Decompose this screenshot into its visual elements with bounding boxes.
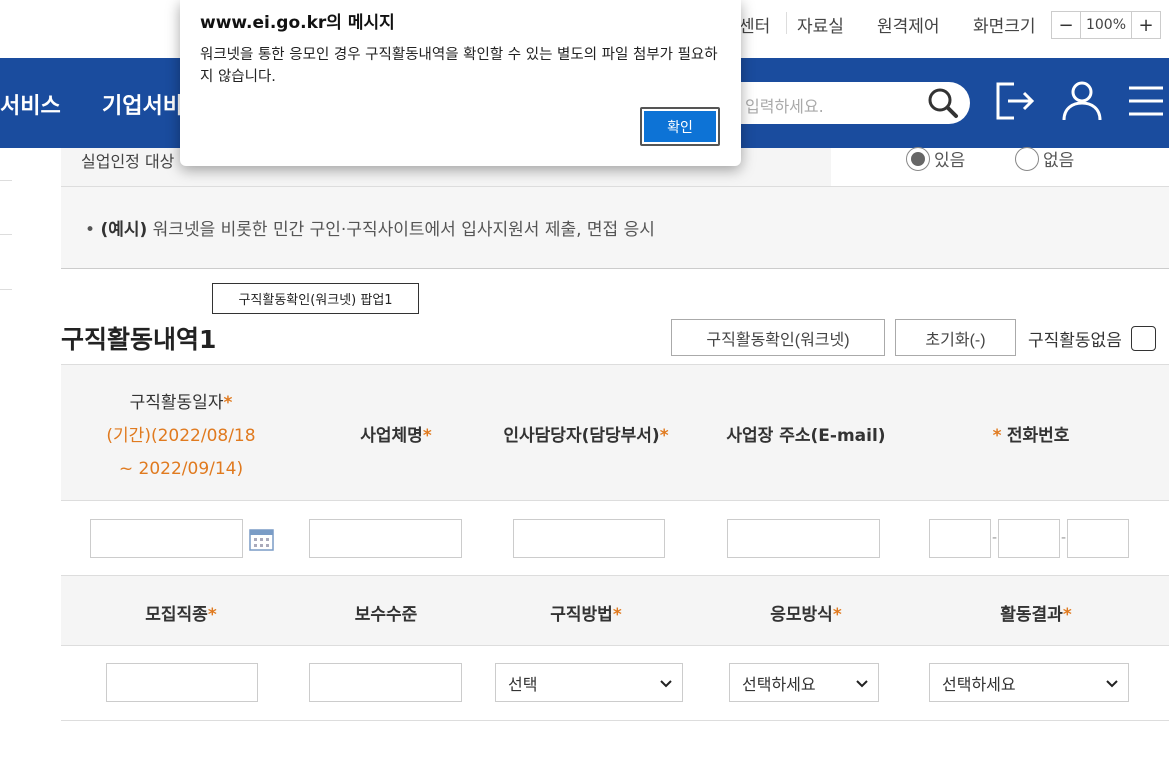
phone-part1-input[interactable]	[929, 519, 991, 558]
worknet-confirm-button[interactable]: 구직활동확인(워크넷)	[671, 319, 885, 356]
nav-item-business[interactable]: 기업서비	[102, 88, 183, 120]
th-job-type: 모집직종*	[101, 600, 261, 625]
chevron-down-icon	[856, 680, 868, 688]
th-search-method-label: 구직방법	[550, 605, 613, 625]
example-prefix: (예시)	[100, 220, 148, 240]
required-mark: *	[992, 426, 1002, 446]
tooltip-worknet-popup: 구직활동확인(워크넷) 팝업1	[212, 283, 419, 314]
required-mark: *	[612, 605, 622, 625]
apply-method-value: 선택하세요	[742, 674, 816, 694]
user-icon[interactable]	[1059, 78, 1105, 124]
example-body: 워크넷을 비롯한 민간 구인·구직사이트에서 입사지원서 제출, 면접 응시	[152, 220, 655, 240]
job-type-input[interactable]	[106, 663, 258, 702]
unemployment-label: 실업인정 대상	[81, 152, 175, 171]
th-job-type-label: 모집직종	[145, 605, 208, 625]
phone-part2-input[interactable]	[998, 519, 1060, 558]
util-separator	[786, 12, 787, 34]
util-link-remote[interactable]: 원격제어	[877, 12, 940, 37]
zoom-out-button[interactable]: −	[1052, 12, 1080, 38]
divider	[61, 720, 1169, 721]
dialog-message: 워크넷을 통한 응모인 경우 구직활동내역을 확인할 수 있는 별도의 파일 첨…	[200, 47, 718, 85]
th-pay-level: 보수수준	[311, 600, 461, 625]
radio-no-label: 없음	[1043, 151, 1075, 171]
th-address: 사업장 주소(E-mail)	[711, 421, 901, 446]
th-activity-result-label: 활동결과	[1000, 605, 1063, 625]
example-note: • (예시) 워크넷을 비롯한 민간 구인·구직사이트에서 입사지원서 제출, …	[61, 187, 1169, 269]
th-address-label: 사업장 주소(E-mail)	[726, 426, 886, 446]
radio-yes-label: 있음	[934, 151, 966, 171]
th-apply-method-label: 응모방식	[770, 605, 833, 625]
search-placeholder: 입력하세요.	[745, 97, 824, 116]
section-title: 구직활동내역1	[61, 325, 217, 354]
th-search-method: 구직방법*	[501, 600, 671, 625]
radio-no[interactable]: 없음	[1015, 146, 1074, 171]
no-activity-label: 구직활동없음	[1028, 331, 1122, 351]
divider	[61, 500, 1169, 501]
table1-header: 구직활동일자* (기간)(2022/08/18 ~ 2022/09/14) 사업…	[61, 365, 1169, 500]
address-email-input[interactable]	[727, 519, 880, 558]
th-activity-date-label: 구직활동일자	[129, 393, 224, 413]
util-label-screen-size: 화면크기	[973, 17, 1036, 37]
th-activity-result: 활동결과*	[951, 600, 1121, 625]
required-mark: *	[223, 393, 233, 413]
activity-result-select[interactable]: 선택하세요	[929, 663, 1129, 702]
no-activity-checkbox[interactable]	[1131, 326, 1156, 351]
pay-level-input[interactable]	[309, 663, 462, 702]
radio-no-circle[interactable]	[1015, 146, 1039, 171]
util-link-archive[interactable]: 자료실	[797, 12, 844, 37]
zoom-level: 100%	[1080, 12, 1132, 38]
th-hr-contact-label: 인사담당자(담당부서)	[503, 426, 660, 446]
left-divider	[0, 180, 12, 181]
dialog-title: www.ei.go.kr의 메시지	[200, 13, 395, 33]
radio-yes-circle[interactable]	[906, 146, 930, 171]
phone-part3-input[interactable]	[1067, 519, 1129, 558]
company-name-input[interactable]	[309, 519, 462, 558]
util-link-center[interactable]: 센터	[739, 12, 770, 37]
zoom-control: − 100% +	[1051, 11, 1161, 39]
nav-item-services[interactable]: 서비스	[0, 88, 61, 120]
calendar-icon[interactable]	[249, 527, 274, 552]
radio-yes[interactable]: 있음	[906, 146, 965, 171]
chevron-down-icon	[660, 680, 672, 688]
required-mark: *	[422, 426, 432, 446]
example-note-text: • (예시) 워크넷을 비롯한 민간 구인·구직사이트에서 입사지원서 제출, …	[85, 220, 655, 240]
chevron-down-icon	[1106, 680, 1118, 688]
menu-icon[interactable]	[1123, 78, 1169, 124]
search-icon[interactable]	[926, 86, 960, 120]
logout-icon[interactable]	[992, 78, 1038, 124]
th-phone-label: 전화번호	[1006, 426, 1070, 446]
dialog-ok-button[interactable]: 확인	[640, 107, 720, 146]
divider	[61, 645, 1169, 646]
activity-date-input[interactable]	[90, 519, 243, 558]
dialog-ok-label: 확인	[644, 111, 716, 142]
phone-separator: -	[992, 530, 998, 546]
date-range-end: ~ 2022/09/14)	[118, 459, 244, 479]
th-phone: * 전화번호	[961, 421, 1101, 446]
search-method-value: 선택	[508, 674, 538, 694]
th-apply-method: 응모방식*	[721, 600, 891, 625]
left-divider	[0, 289, 12, 290]
activity-result-value: 선택하세요	[942, 674, 1016, 694]
zoom-in-button[interactable]: +	[1132, 12, 1160, 38]
required-mark: *	[1062, 605, 1072, 625]
required-mark: *	[659, 426, 669, 446]
date-range-start: (기간)(2022/08/18	[106, 426, 256, 446]
phone-separator: -	[1061, 530, 1067, 546]
table2-header: 모집직종* 보수수준 구직방법* 응모방식* 활동결과*	[61, 576, 1169, 645]
th-company-label: 사업체명	[360, 426, 423, 446]
search-method-select[interactable]: 선택	[495, 663, 683, 702]
required-mark: *	[832, 605, 842, 625]
radio-selected-dot	[911, 151, 925, 166]
required-mark: *	[207, 605, 217, 625]
th-hr-contact: 인사담당자(담당부서)*	[491, 421, 681, 446]
th-activity-date: 구직활동일자* (기간)(2022/08/18 ~ 2022/09/14)	[101, 387, 261, 486]
apply-method-select[interactable]: 선택하세요	[729, 663, 879, 702]
reset-button[interactable]: 초기화(-)	[895, 319, 1016, 356]
alert-dialog: www.ei.go.kr의 메시지 워크넷을 통한 응모인 경우 구직활동내역을…	[180, 0, 741, 166]
left-divider	[0, 234, 12, 235]
th-pay-level-label: 보수수준	[354, 605, 418, 625]
hr-contact-input[interactable]	[513, 519, 665, 558]
th-company: 사업체명*	[311, 421, 481, 446]
